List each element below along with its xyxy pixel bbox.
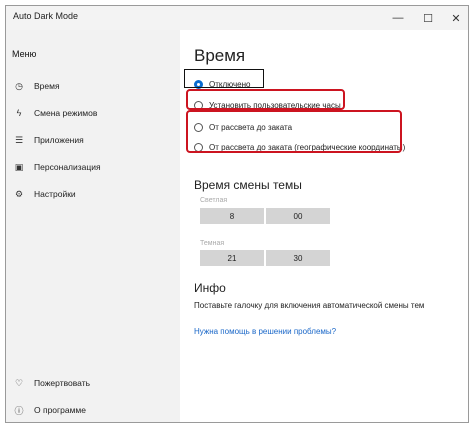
sidebar-item-donate[interactable]: ♡ Пожертвовать xyxy=(6,372,180,394)
info-heading: Инфо xyxy=(194,281,226,295)
dark-label: Темная xyxy=(200,240,225,247)
heart-icon: ♡ xyxy=(14,377,24,388)
close-button[interactable]: ✕ xyxy=(442,8,468,28)
minimize-button[interactable]: — xyxy=(384,8,412,28)
info-text: Поставьте галочку для включения автомати… xyxy=(194,301,425,310)
theme-time-heading: Время смены темы xyxy=(194,178,302,192)
light-minutes-field[interactable]: 00 xyxy=(266,208,330,224)
sidebar-item-personalization[interactable]: ▣ Персонализация xyxy=(6,156,180,178)
app-window: Auto Dark Mode — ☐ ✕ Меню ◷ Время ϟ Смен… xyxy=(5,5,469,423)
help-link[interactable]: Нужна помощь в решении проблемы? xyxy=(194,327,336,336)
page-title: Время xyxy=(194,46,246,65)
highlight-sunset-options xyxy=(186,110,402,153)
info-icon: ⓘ xyxy=(14,405,24,416)
window-title: Auto Dark Mode xyxy=(13,11,79,21)
highlight-custom-hours xyxy=(186,89,345,110)
selected-option-frame xyxy=(184,69,264,88)
light-hours-field[interactable]: 8 xyxy=(200,208,264,224)
lightning-icon: ϟ xyxy=(16,108,22,118)
personalize-icon: ▣ xyxy=(14,161,24,172)
sidebar-item-apps[interactable]: ☰ Приложения xyxy=(6,129,180,151)
menu-label: Меню xyxy=(12,49,37,59)
sidebar-item-about[interactable]: ⓘ О программе xyxy=(6,399,180,421)
title-bar: Auto Dark Mode — ☐ ✕ xyxy=(6,6,468,30)
sidebar-item-settings[interactable]: ⚙ Настройки xyxy=(6,183,180,205)
sidebar-item-label: Настройки xyxy=(34,189,76,199)
sidebar-item-time[interactable]: ◷ Время xyxy=(6,75,180,97)
light-label: Светлая xyxy=(200,197,228,204)
sidebar-item-switch-modes[interactable]: ϟ Смена режимов xyxy=(6,102,180,124)
sidebar-item-label: Пожертвовать xyxy=(34,378,91,388)
gear-icon: ⚙ xyxy=(14,188,24,199)
clock-icon: ◷ xyxy=(15,80,23,91)
sidebar-item-label: Время xyxy=(34,81,60,91)
sidebar: Меню ◷ Время ϟ Смена режимов ☰ Приложени… xyxy=(6,30,180,422)
sidebar-item-label: Смена режимов xyxy=(34,108,98,118)
sidebar-item-label: Приложения xyxy=(34,135,84,145)
sidebar-item-label: О программе xyxy=(34,405,87,415)
sidebar-item-label: Персонализация xyxy=(34,162,101,172)
dark-minutes-field[interactable]: 30 xyxy=(266,250,330,266)
dark-hours-field[interactable]: 21 xyxy=(200,250,264,266)
apps-icon: ☰ xyxy=(14,134,24,145)
maximize-button[interactable]: ☐ xyxy=(414,8,442,28)
